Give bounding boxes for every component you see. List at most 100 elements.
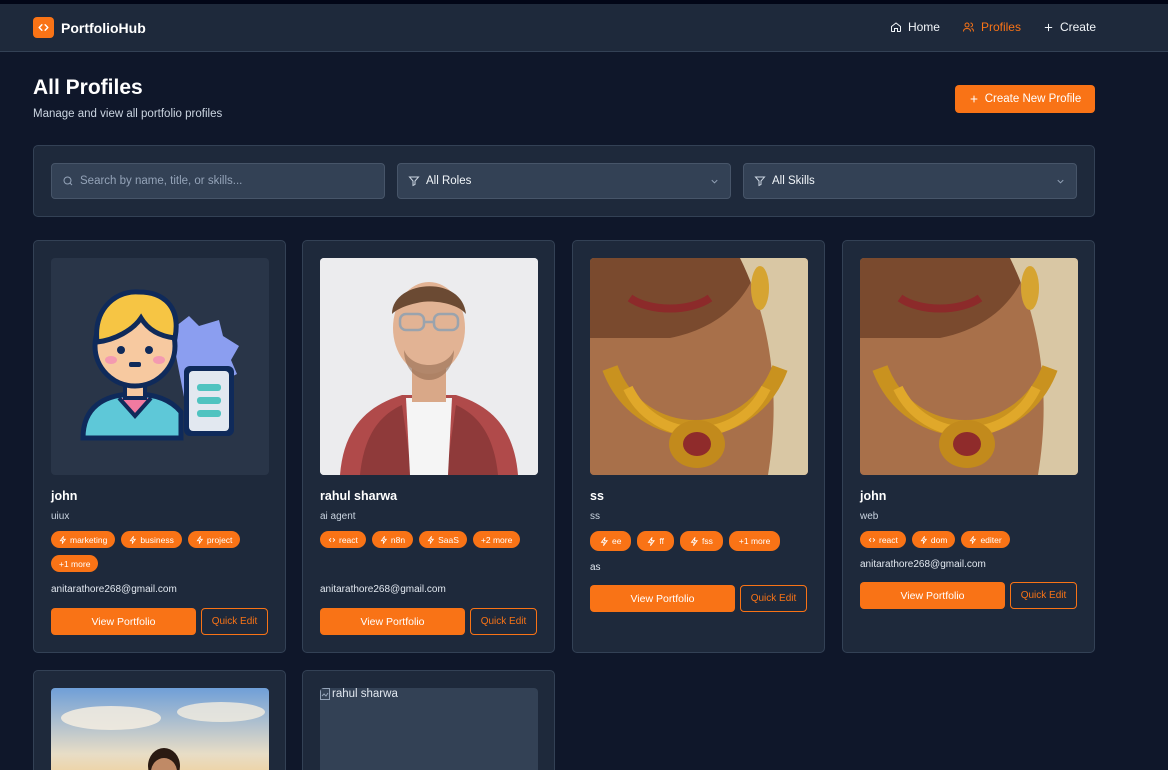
home-icon (890, 22, 901, 32)
skill-tag-label: react (879, 534, 898, 545)
skill-tag: ee (590, 531, 632, 551)
quick-edit-button[interactable]: Quick Edit (470, 608, 537, 635)
skills-selected-value: All Skills (772, 175, 815, 187)
profile-photo (590, 258, 808, 475)
skill-tag: ff (637, 531, 675, 551)
profile-photo-placeholder: rahul sharwa (320, 688, 538, 770)
skill-tag-label: dom (930, 534, 948, 545)
skill-tag-label: editer (980, 534, 1002, 545)
skill-tags: ee ff fss +1 more (590, 531, 810, 551)
view-portfolio-button[interactable]: View Portfolio (51, 608, 196, 635)
profile-role: ss (590, 511, 600, 522)
nav-create-label: Create (1059, 20, 1096, 34)
search-placeholder: Search by name, title, or skills... (80, 175, 243, 187)
profile-avatar-illustration (51, 258, 269, 475)
view-portfolio-button[interactable]: View Portfolio (860, 582, 1005, 609)
profile-email: as (590, 562, 601, 573)
profile-role: uiux (51, 511, 70, 522)
skill-tag: editer (961, 531, 1010, 548)
plus-icon (970, 95, 978, 103)
search-input[interactable]: Search by name, title, or skills... (51, 163, 385, 199)
filter-icon (754, 176, 766, 187)
profile-name: ss (590, 489, 604, 503)
zap-icon (969, 535, 977, 544)
create-new-profile-label: Create New Profile (984, 93, 1082, 105)
zap-icon (920, 535, 928, 544)
roles-select[interactable]: All Roles (397, 163, 731, 199)
profile-card: rahul sharwa ai agent react n8n SaaS +2 … (302, 240, 555, 653)
view-portfolio-button[interactable]: View Portfolio (590, 585, 735, 612)
nav-home-label: Home (907, 20, 940, 34)
filter-panel: Search by name, title, or skills... All … (33, 145, 1095, 217)
users-icon (962, 22, 974, 32)
skill-tag-label: ff (659, 536, 665, 546)
skill-tag-label: marketing (70, 534, 108, 545)
nav-profiles[interactable]: Profiles (962, 20, 1021, 34)
profile-photo (860, 258, 1078, 475)
broken-image-alt: rahul sharwa (320, 688, 398, 700)
brand[interactable]: PortfolioHub (33, 17, 146, 38)
page-title: All Profiles (33, 76, 143, 99)
search-icon (63, 176, 73, 186)
zap-icon (427, 535, 435, 544)
skill-tags: react dom editer (860, 531, 1080, 548)
skill-tag: fss (680, 531, 723, 551)
code-icon (33, 17, 54, 38)
nav-profiles-label: Profiles (980, 20, 1021, 34)
zap-icon (59, 535, 67, 544)
profile-name: john (51, 489, 78, 503)
skills-select[interactable]: All Skills (743, 163, 1077, 199)
view-portfolio-button[interactable]: View Portfolio (320, 608, 465, 635)
skill-tag: dom (911, 531, 956, 548)
profile-role: ai agent (320, 511, 356, 522)
code-icon (868, 537, 876, 542)
zap-icon (129, 535, 137, 544)
profile-card (33, 670, 286, 770)
zap-icon (196, 535, 204, 544)
profile-card: john web react dom editer anitarathore26… (842, 240, 1095, 653)
zap-icon (380, 535, 388, 544)
filter-icon (408, 176, 420, 187)
skill-tag: react (860, 531, 906, 548)
code-icon (328, 537, 336, 542)
plus-icon (1044, 23, 1053, 31)
roles-selected-value: All Roles (426, 175, 472, 187)
nav-links: Home Profiles Create (890, 20, 1096, 34)
zap-icon (648, 536, 656, 546)
create-new-profile-button[interactable]: Create New Profile (955, 85, 1095, 113)
profile-email: anitarathore268@gmail.com (320, 584, 446, 595)
skill-tag-label: SaaS (438, 534, 459, 545)
more-tags-badge: +2 more (472, 531, 521, 548)
zap-icon (600, 536, 609, 546)
chevron-down-icon (711, 179, 718, 184)
profile-name: rahul sharwa (320, 489, 398, 503)
brand-name: PortfolioHub (61, 19, 146, 36)
broken-image-alt-text: rahul sharwa (332, 688, 398, 700)
skill-tag: marketing (51, 531, 116, 548)
skill-tags: react n8n SaaS +2 more (320, 531, 540, 548)
more-tags-badge: +1 more (51, 555, 99, 572)
more-tags-badge: +1 more (728, 531, 781, 551)
skill-tag: react (320, 531, 366, 548)
zap-icon (690, 536, 699, 546)
quick-edit-button[interactable]: Quick Edit (740, 585, 807, 612)
skill-tag: business (121, 531, 182, 548)
skill-tags: marketing business project +1 more (51, 531, 271, 572)
skill-tag-label: react (339, 534, 358, 545)
skill-tag-label: fss (702, 536, 713, 546)
quick-edit-button[interactable]: Quick Edit (201, 608, 268, 635)
chevron-down-icon (1057, 179, 1064, 184)
top-navbar: PortfolioHub Home Profiles Create (0, 4, 1168, 52)
nav-create[interactable]: Create (1043, 20, 1096, 34)
profile-photo (51, 688, 269, 770)
profile-card: ss ss ee ff fss +1 more as View Portfoli… (572, 240, 825, 653)
broken-image-icon (320, 688, 330, 700)
profile-name: john (860, 489, 887, 503)
profile-email: anitarathore268@gmail.com (860, 559, 986, 570)
profile-photo (320, 258, 538, 475)
skill-tag-label: ee (612, 536, 622, 546)
nav-home[interactable]: Home (890, 20, 940, 34)
skill-tag-label: n8n (390, 534, 406, 545)
quick-edit-button[interactable]: Quick Edit (1010, 582, 1077, 609)
page-subtitle: Manage and view all portfolio profiles (33, 108, 223, 120)
